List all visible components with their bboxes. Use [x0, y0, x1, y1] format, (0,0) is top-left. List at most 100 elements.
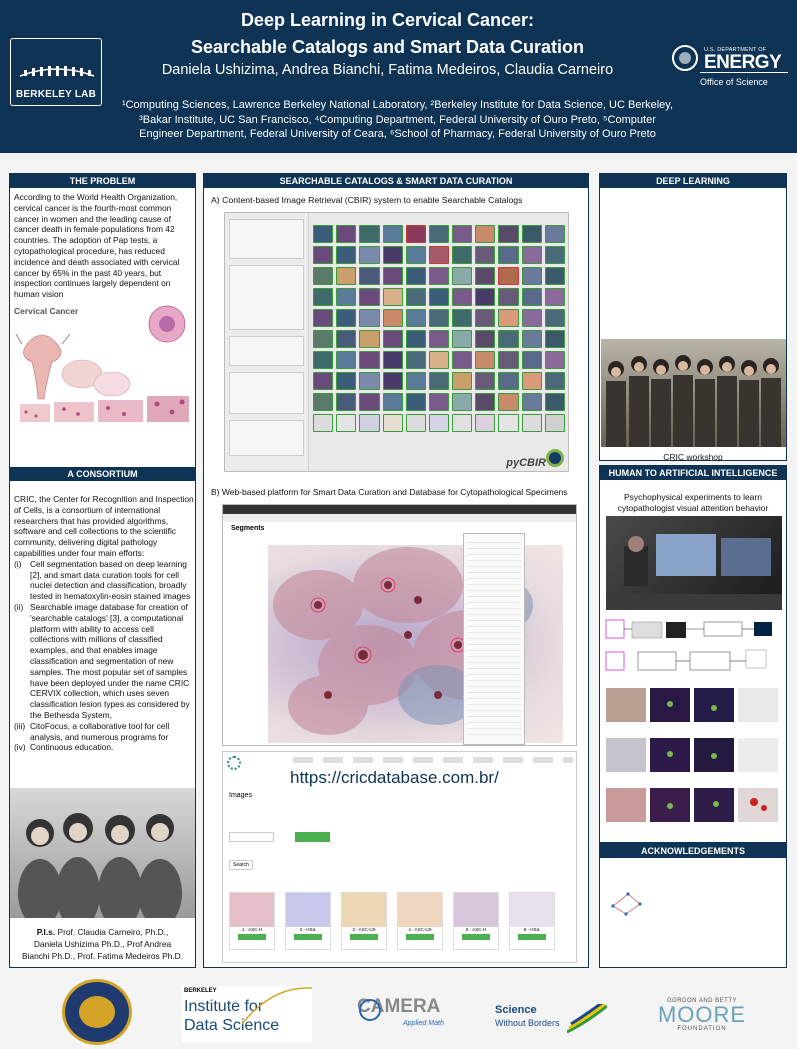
- doe-seal-icon: [672, 45, 698, 71]
- human-ai-heading: HUMAN TO ARTIFICIAL INTELLIGENCE: [600, 466, 786, 480]
- item-text: Cell segmentation based on deep learning…: [30, 558, 191, 602]
- cricdatabase-url[interactable]: https://cricdatabase.com.br/: [290, 768, 499, 788]
- acknowledgements-heading: ACKNOWLEDGEMENTS: [600, 844, 786, 858]
- workshop-caption: CRIC workshop: [663, 452, 723, 462]
- pycbir-globe-icon: [546, 449, 564, 467]
- thumbnail-label: 4 - ASC-US: [408, 927, 432, 932]
- label-input[interactable]: [229, 832, 274, 842]
- segmentation-web-screenshot: Segments: [222, 504, 577, 746]
- consortium-item: (iv) Continuous education.: [14, 742, 194, 753]
- pycbir-logo: pyCBIR: [506, 457, 546, 469]
- group-photo-icon: [606, 355, 781, 447]
- consortium-intro: CRIC, the Center for Recognition and Ins…: [14, 494, 194, 558]
- search-button[interactable]: Search: [229, 860, 253, 870]
- camera-lens-icon: [359, 999, 381, 1021]
- poster-affiliations: ¹Computing Sciences, Lawrence Berkeley N…: [110, 98, 685, 142]
- web-navbar: [223, 505, 576, 514]
- doe-office-text: Office of Science: [700, 77, 768, 87]
- swb-line2: Without Borders: [495, 1018, 560, 1028]
- bids-swoosh-icon: [242, 987, 312, 1025]
- doe-divider: [700, 72, 788, 73]
- pis-line: Daniela Ushizima Ph.D., Prof Andrea: [33, 939, 172, 949]
- images-title: Images: [229, 792, 252, 799]
- cric-logo-icon: [227, 756, 241, 770]
- science-without-borders-logo: Science Without Borders: [495, 1002, 610, 1036]
- berkeley-lab-logo: BERKELEY LAB: [10, 38, 102, 106]
- cbir-options-pane: [225, 213, 309, 471]
- item-number: (ii): [14, 601, 24, 612]
- heatmap-grid-icon: [606, 688, 778, 822]
- web-menu: [293, 757, 573, 763]
- poster-title-line1: Deep Learning in Cervical Cancer:: [240, 10, 535, 30]
- moore-foundation-logo: GORDON AND BETTY MOORE FOUNDATION: [652, 998, 752, 1042]
- team-photo: [10, 788, 195, 918]
- affiliation-line: ¹Computing Sciences, Lawrence Berkeley N…: [121, 99, 674, 111]
- thumbnail-card[interactable]: 3 - ASC-US: [341, 892, 387, 950]
- catalogs-panel: SEARCHABLE CATALOGS & SMART DATA CURATIO…: [203, 173, 589, 968]
- consortium-heading: A CONSORTIUM: [10, 467, 195, 481]
- pis-label: P.I.s.: [36, 927, 56, 937]
- network-graph-icon: [611, 892, 642, 916]
- bids-berkeley-text: BERKELEY: [184, 988, 217, 994]
- cbir-screenshot: pyCBIR: [224, 212, 569, 472]
- acknowledgements-panel: ACKNOWLEDGEMENTS: [599, 843, 787, 968]
- swb-stripes-icon: [567, 1004, 607, 1034]
- thumbnail-label: 1 - ASC-H: [241, 927, 263, 932]
- consortium-item: (iii) CitoFocus, a collaborative tool for…: [14, 721, 194, 743]
- poster-header: BERKELEY LAB Deep Learning in Cervical C…: [0, 0, 797, 153]
- item-number: (i): [14, 558, 22, 569]
- affiliation-line: ³Bakar Institute, UC San Francisco, ⁴Com…: [139, 113, 656, 126]
- affiliation-line: Engineer Department, Federal University …: [139, 128, 656, 140]
- poster-title-line2: Searchable Catalogs and Smart Data Curat…: [190, 37, 585, 57]
- problem-text: According to the World Health Organizati…: [14, 192, 180, 300]
- item-number: (iv): [14, 742, 26, 753]
- cric-workshop-photo: [601, 339, 786, 447]
- uc-berkeley-seal-logo: [62, 979, 132, 1045]
- thumbnail-card[interactable]: 1 - ASC-H: [229, 892, 275, 950]
- psycho-caption: Psychophysical experiments to learn cyto…: [617, 492, 769, 513]
- thumbnail-card[interactable]: 5 - ASC-H: [453, 892, 499, 950]
- thumbnail-card[interactable]: 2 - HSIL: [285, 892, 331, 950]
- consortium-item: (i) Cell segmentation based on deep learn…: [14, 559, 194, 602]
- deep-learning-panel: DEEP LEARNING CRIC workshop: [599, 173, 787, 462]
- segments-title: Segments: [231, 525, 265, 532]
- experiment-photo: [606, 516, 782, 610]
- thumbnail-label: 3 - ASC-US: [352, 927, 376, 932]
- figure-title: Cervical Cancer: [14, 306, 79, 316]
- people-silhouette-icon: [18, 813, 182, 918]
- cervix-illustration-icon: [15, 305, 189, 422]
- left-column-panel: THE PROBLEM According to the World Healt…: [9, 173, 196, 968]
- camera-sub-text: Applied Math: [403, 1020, 444, 1027]
- pis-caption: P.I.s. Prof. Claudia Carneiro, Ph.D., Da…: [10, 926, 195, 962]
- subsection-a-title: A) Content-based Image Retrieval (CBIR) …: [211, 195, 523, 205]
- thumbnail-card[interactable]: 4 - ASC-US: [397, 892, 443, 950]
- catalogs-heading: SEARCHABLE CATALOGS & SMART DATA CURATIO…: [204, 174, 588, 188]
- add-images-button[interactable]: [295, 832, 330, 842]
- moore-line2: MOORE: [657, 1002, 747, 1027]
- pis-line: Bianchi Ph.D., Prof. Fatima Medeiros Ph.…: [21, 951, 184, 961]
- attention-results-grid: [604, 680, 784, 840]
- monitors-icon: [606, 534, 782, 610]
- bids-logo: BERKELEY Institute for Data Science: [182, 986, 312, 1042]
- berkeley-lab-mark-icon: [19, 66, 95, 77]
- poster-authors: Daniela Ushizima, Andrea Bianchi, Fatima…: [161, 62, 614, 78]
- deep-learning-heading: DEEP LEARNING: [600, 174, 786, 188]
- cbir-result-grid: [313, 225, 565, 432]
- thumbnail-label: 5 - ASC-H: [465, 927, 487, 932]
- doe-energy-text: ENERGY: [704, 52, 782, 73]
- problem-heading: THE PROBLEM: [10, 174, 195, 188]
- item-text: CitoFocus, a collaborative tool for cell…: [30, 720, 170, 742]
- thumbnail-label: 2 - HSIL: [299, 927, 317, 932]
- consortium-body: CRIC, the Center for Recognition and Ins…: [14, 494, 194, 753]
- consortium-item: (ii) Searchable image database for creati…: [14, 602, 194, 721]
- swb-line1: Science: [495, 1004, 537, 1016]
- thumbnail-label: 6 - HSIL: [523, 927, 541, 932]
- berkeley-lab-text: BERKELEY LAB: [15, 89, 96, 100]
- camera-logo: CAMERA Applied Math: [357, 996, 449, 1036]
- thumbnail-card[interactable]: 6 - HSIL: [509, 892, 555, 950]
- model-diagram: [604, 616, 784, 676]
- item-text: Searchable image database for creation o…: [30, 601, 190, 720]
- pis-line: Prof. Claudia Carneiro, Ph.D.,: [55, 927, 169, 937]
- subsection-b-title: B) Web-based platform for Smart Data Cur…: [211, 487, 568, 497]
- segments-dropdown-list[interactable]: [463, 533, 525, 745]
